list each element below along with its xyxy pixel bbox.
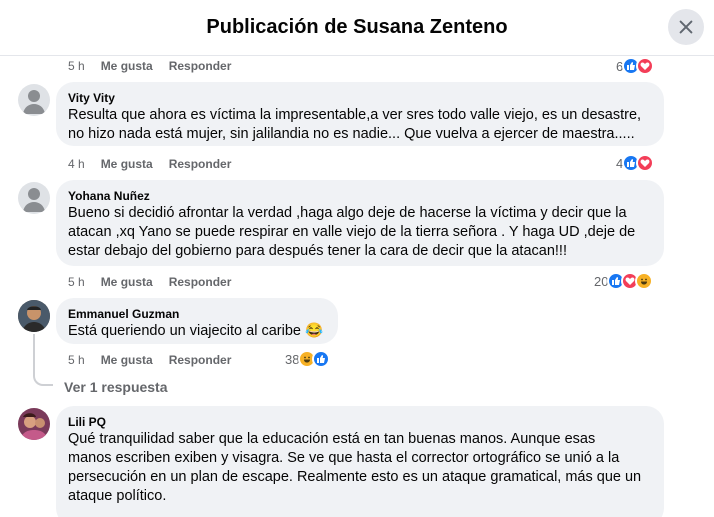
comment-text-line: Resulta que ahora es víctima la impresen… <box>68 107 642 123</box>
comment-text-line: persecución en un plan de escape. Realme… <box>68 469 642 485</box>
comment-time[interactable]: 5 h <box>68 59 85 73</box>
comment-actions: 5 h Me gusta Responder <box>68 353 231 367</box>
avatar[interactable] <box>18 300 50 332</box>
comment-text-line: ataque político. <box>68 488 167 504</box>
view-replies-link[interactable]: Ver 1 respuesta <box>64 379 168 395</box>
comment-author[interactable]: Emmanuel Guzman <box>68 306 326 322</box>
reply-link[interactable]: Responder <box>169 59 232 73</box>
profile-photo-icon <box>18 408 50 440</box>
reply-link[interactable]: Responder <box>169 157 232 171</box>
like-link[interactable]: Me gusta <box>101 59 153 73</box>
comment-text-line: Bueno si decidió afrontar la verdad ,hag… <box>68 205 627 221</box>
dialog-title: Publicación de Susana Zenteno <box>206 16 508 38</box>
comment-author[interactable]: Lili PQ <box>68 414 652 430</box>
comment-text-line: Está queriendo un viajecito al caribe 😂 <box>68 323 324 339</box>
default-avatar-icon <box>23 90 45 114</box>
comment-text-line: estar debajo del gobierno para después t… <box>68 243 567 259</box>
reaction-summary[interactable]: 38 <box>285 350 331 368</box>
haha-icon <box>635 272 654 290</box>
avatar[interactable] <box>18 182 50 214</box>
comment-bubble: Lili PQ Qué tranquilidad saber que la ed… <box>56 406 664 517</box>
comment-text-line: manos escriben exiben y visagra. Se ve q… <box>68 450 620 466</box>
comment-bubble: Emmanuel Guzman Está queriendo un viajec… <box>56 298 338 344</box>
like-link[interactable]: Me gusta <box>101 157 153 171</box>
comments-list: 5 h Me gusta Responder 6 Vity Vity Resul… <box>0 56 714 517</box>
like-link[interactable]: Me gusta <box>101 275 153 289</box>
reaction-count: 20 <box>594 273 609 289</box>
comment-text-line: no hizo nada está mujer, sin jalilandia … <box>68 126 635 142</box>
comment-actions: 5 h Me gusta Responder <box>68 275 231 289</box>
like-link[interactable]: Me gusta <box>101 353 153 367</box>
love-icon <box>636 57 655 75</box>
comment-time[interactable]: 5 h <box>68 275 85 289</box>
reply-link[interactable]: Responder <box>169 353 232 367</box>
reaction-summary[interactable]: 6 <box>616 57 655 75</box>
comment-text-line: atacan ,xq Yano se puede respirar en val… <box>68 224 636 240</box>
reaction-summary[interactable]: 20 <box>594 272 654 290</box>
comment-bubble: Yohana Nuñez Bueno si decidió afrontar l… <box>56 180 664 266</box>
comment-author[interactable]: Vity Vity <box>68 90 652 106</box>
reaction-summary[interactable]: 4 <box>616 154 655 172</box>
dialog-header: Publicación de Susana Zenteno <box>0 0 714 56</box>
avatar[interactable] <box>18 84 50 116</box>
love-icon <box>636 154 655 172</box>
comment-bubble: Vity Vity Resulta que ahora es víctima l… <box>56 82 664 146</box>
comment-time[interactable]: 5 h <box>68 353 85 367</box>
close-icon <box>679 20 693 34</box>
reply-link[interactable]: Responder <box>169 275 232 289</box>
comment-actions: 4 h Me gusta Responder <box>68 157 231 171</box>
avatar[interactable] <box>18 408 50 440</box>
close-button[interactable] <box>668 9 704 45</box>
like-icon <box>312 350 331 368</box>
default-avatar-icon <box>23 188 45 212</box>
comment-time[interactable]: 4 h <box>68 157 85 171</box>
comment-author[interactable]: Yohana Nuñez <box>68 188 652 204</box>
profile-photo-icon <box>18 300 50 332</box>
reaction-count: 38 <box>285 351 300 367</box>
comment-text-line: Qué tranquilidad saber que la educación … <box>68 431 596 447</box>
reply-thread-line <box>33 334 53 386</box>
comment-actions: 5 h Me gusta Responder <box>68 59 231 73</box>
